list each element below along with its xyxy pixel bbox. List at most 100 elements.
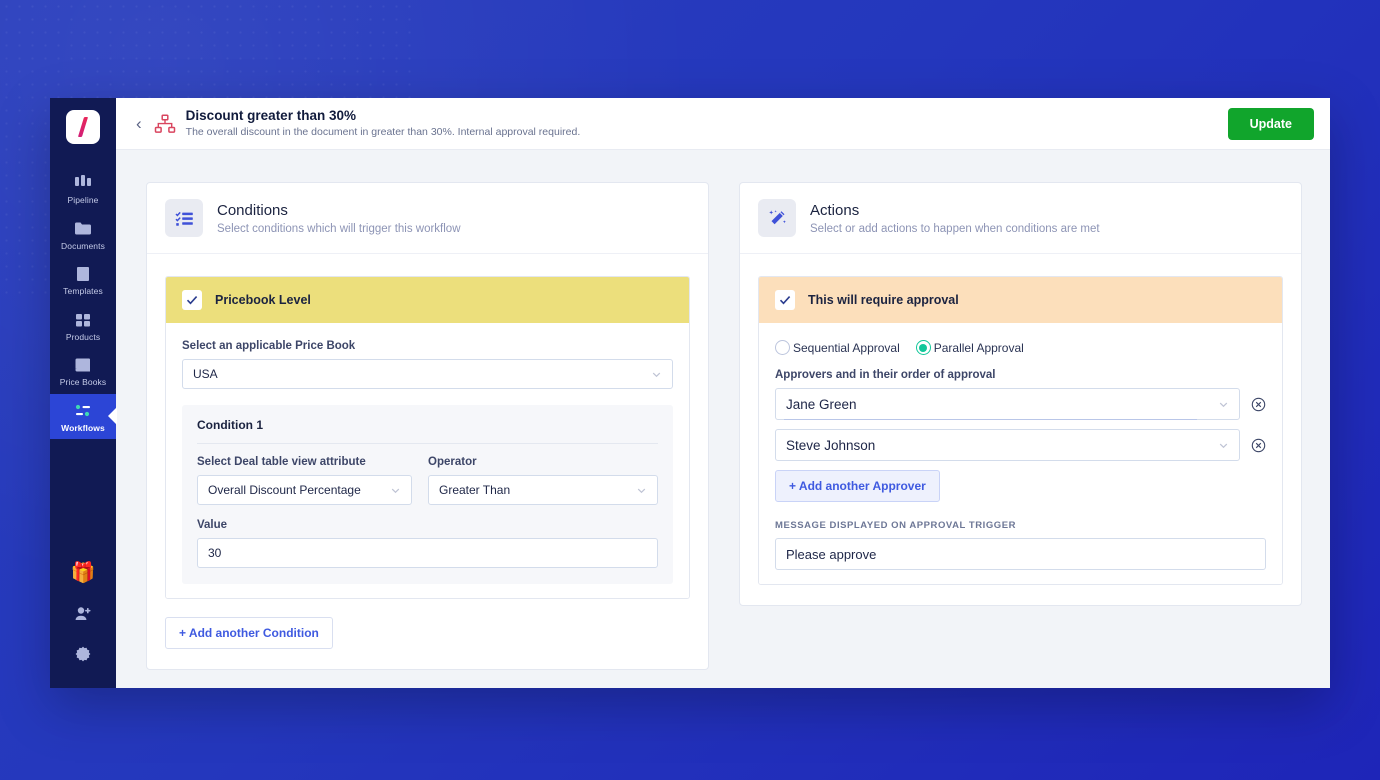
approver-select-2[interactable]: Steve Johnson: [775, 429, 1240, 461]
workflows-icon: [75, 404, 90, 416]
products-icon: [76, 313, 90, 326]
hierarchy-icon: [154, 113, 175, 133]
update-button[interactable]: Update: [1227, 107, 1314, 140]
chevron-down-icon: [1219, 443, 1228, 448]
actions-card: Actions Select or add actions to happen …: [739, 182, 1302, 606]
conditions-subtitle: Select conditions which will trigger thi…: [217, 222, 461, 235]
pricebook-field-label: Select an applicable Price Book: [182, 340, 356, 352]
radio-sequential-approval[interactable]: Sequential Approval: [775, 340, 900, 355]
approver-row: Steve Johnson: [775, 429, 1266, 461]
operator-select[interactable]: Greater Than: [428, 475, 658, 505]
approver-row: Jane Green: [775, 388, 1266, 420]
approvers-label: Approvers and in their order of approval: [775, 369, 996, 381]
add-another-condition-button[interactable]: + Add another Condition: [165, 617, 333, 649]
chevron-down-icon: [637, 488, 646, 493]
header-text: Discount greater than 30% The overall di…: [186, 108, 581, 140]
value-input[interactable]: 30: [197, 538, 658, 568]
sidebar-item-price-books[interactable]: Price Books: [50, 348, 116, 394]
check-icon: [186, 296, 198, 305]
sidebar: Pipeline Documents Templates Products Pr…: [50, 98, 116, 688]
sidebar-item-label: Documents: [61, 240, 105, 251]
check-icon: [779, 296, 791, 305]
magic-wand-icon: [768, 210, 786, 225]
require-approval-checkbox[interactable]: [775, 290, 795, 310]
conditions-card-header: Conditions Select conditions which will …: [147, 183, 708, 254]
approver-select-1[interactable]: Jane Green: [775, 388, 1240, 420]
sidebar-bottom-actions: 🎁: [50, 552, 116, 688]
sidebar-item-label: Templates: [63, 286, 103, 296]
app-window: Pipeline Documents Templates Products Pr…: [50, 98, 1330, 688]
approval-block-body: Sequential Approval Parallel Approval Ap…: [759, 323, 1282, 584]
checklist-icon: [174, 211, 193, 226]
gift-button[interactable]: 🎁: [50, 552, 116, 594]
actions-card-body: This will require approval Sequential Ap…: [740, 254, 1301, 605]
condition-1-panel: Condition 1 Select Deal table view attri…: [182, 405, 673, 584]
conditions-card-body: Pricebook Level Select an applicable Pri…: [147, 254, 708, 669]
condition-attribute-operator-row: Select Deal table view attribute Overall…: [197, 456, 658, 505]
chevron-down-icon: [652, 372, 661, 377]
radio-label: Parallel Approval: [933, 340, 1024, 355]
attribute-select-value: Overall Discount Percentage: [208, 483, 361, 497]
approval-block-header[interactable]: This will require approval: [759, 277, 1282, 323]
pricebook-level-body: Select an applicable Price Book USA Cond…: [166, 323, 689, 598]
actions-column: Actions Select or add actions to happen …: [739, 182, 1302, 688]
checklist-icon-wrap: [165, 199, 203, 237]
approval-block: This will require approval Sequential Ap…: [758, 276, 1283, 585]
close-circle-icon: [1251, 438, 1266, 452]
pricebook-level-header[interactable]: Pricebook Level: [166, 277, 689, 323]
radio-parallel-approval[interactable]: Parallel Approval: [915, 340, 1024, 355]
pricebook-select[interactable]: USA: [182, 359, 673, 389]
conditions-card-titles: Conditions Select conditions which will …: [217, 201, 461, 235]
invite-user-button[interactable]: [50, 594, 116, 634]
attribute-select[interactable]: Overall Discount Percentage: [197, 475, 412, 505]
settings-button[interactable]: [50, 634, 116, 674]
page-header: ‹ Discount greater than 30% The overall …: [116, 98, 1330, 150]
attribute-label: Select Deal table view attribute: [197, 456, 366, 468]
approval-message-label: MESSAGE DISPLAYED ON APPROVAL TRIGGER: [775, 520, 1016, 531]
remove-approver-button-1[interactable]: [1251, 397, 1266, 412]
documents-icon: [75, 222, 91, 234]
add-another-approver-button[interactable]: + Add another Approver: [775, 470, 940, 502]
sidebar-item-products[interactable]: Products: [50, 303, 116, 349]
pricebook-level-block: Pricebook Level Select an applicable Pri…: [165, 276, 690, 599]
condition-attribute-group: Select Deal table view attribute Overall…: [197, 456, 412, 505]
content-columns: Conditions Select conditions which will …: [116, 150, 1330, 688]
sidebar-item-pipeline[interactable]: Pipeline: [50, 166, 116, 212]
pricebooks-icon: [75, 358, 90, 372]
pricebook-select-value: USA: [193, 367, 218, 381]
condition-1-title: Condition 1: [197, 418, 263, 432]
sidebar-item-templates[interactable]: Templates: [50, 257, 116, 303]
radio-dot: [775, 340, 790, 355]
pipeline-icon: [75, 175, 91, 186]
actions-subtitle: Select or add actions to happen when con…: [810, 222, 1100, 235]
sidebar-item-label: Pipeline: [67, 195, 99, 205]
sidebar-item-workflows[interactable]: Workflows: [50, 393, 116, 439]
approval-message-input[interactable]: Please approve: [775, 538, 1266, 570]
app-logo[interactable]: [66, 110, 100, 144]
operator-select-value: Greater Than: [439, 483, 511, 497]
actions-card-titles: Actions Select or add actions to happen …: [810, 201, 1100, 235]
sidebar-nav: Pipeline Documents Templates Products Pr…: [50, 166, 116, 439]
conditions-title: Conditions: [217, 202, 288, 220]
conditions-card: Conditions Select conditions which will …: [146, 182, 709, 670]
chevron-left-icon[interactable]: ‹: [136, 115, 142, 132]
gift-icon: 🎁: [70, 562, 96, 584]
remove-approver-button-2[interactable]: [1251, 438, 1266, 453]
sidebar-item-label: Products: [65, 331, 101, 342]
sidebar-item-label: Workflows: [61, 422, 105, 433]
add-condition-wrap: + Add another Condition: [165, 617, 690, 649]
pricebook-level-checkbox[interactable]: [182, 290, 202, 310]
conditions-column: Conditions Select conditions which will …: [146, 182, 709, 688]
value-input-value: 30: [208, 546, 222, 560]
condition-operator-group: Operator Greater Than: [428, 456, 658, 505]
templates-icon: [77, 267, 89, 281]
actions-card-header: Actions Select or add actions to happen …: [740, 183, 1301, 254]
add-user-icon: [75, 607, 91, 620]
operator-label: Operator: [428, 456, 477, 468]
condition-divider: [197, 443, 658, 444]
approval-message-value: Please approve: [786, 546, 877, 562]
value-label: Value: [197, 519, 228, 531]
sidebar-item-documents[interactable]: Documents: [50, 212, 116, 258]
radio-label: Sequential Approval: [793, 340, 900, 355]
radio-dot: [915, 340, 931, 355]
